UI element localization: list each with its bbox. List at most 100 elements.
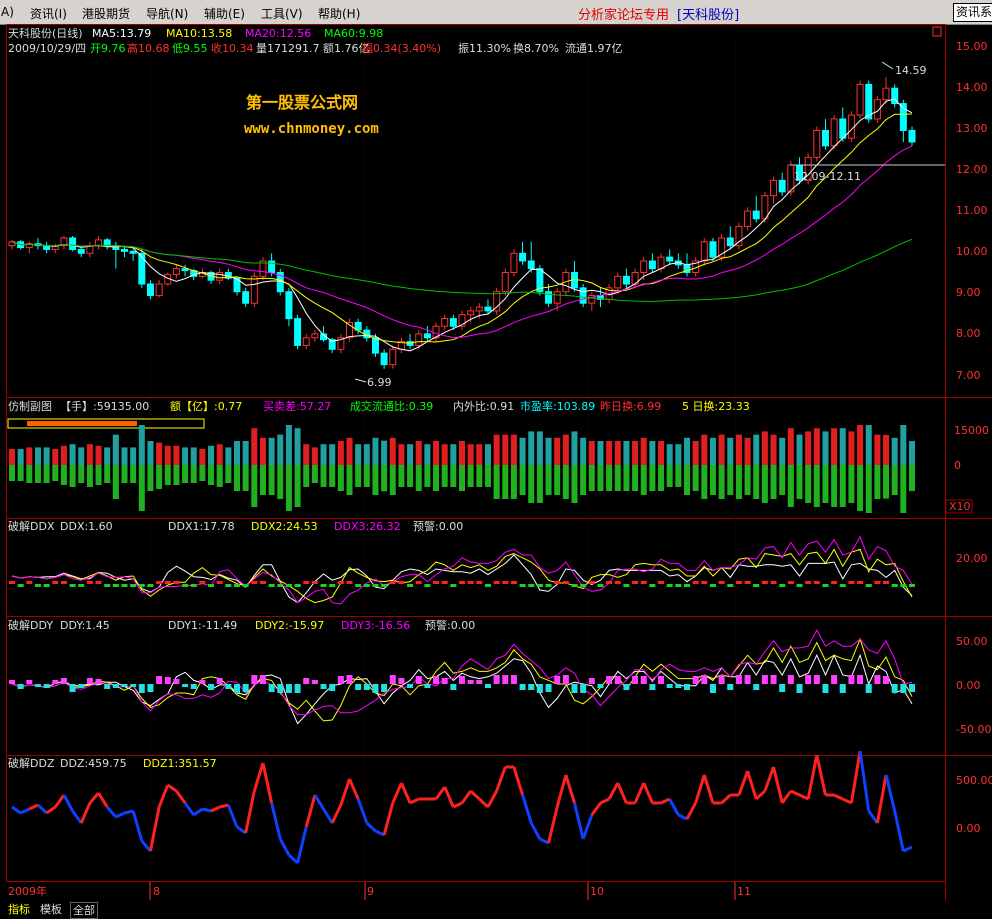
candle-body — [294, 318, 302, 346]
outflow-bar — [398, 465, 405, 487]
ddx-bar — [857, 581, 864, 584]
ddz-segment — [833, 793, 844, 801]
ddz-segment — [867, 810, 879, 824]
volume-bar — [190, 447, 197, 465]
candle-body — [527, 260, 535, 270]
volume-bar — [60, 445, 67, 465]
outflow-bar — [588, 465, 595, 491]
ddz-segment — [780, 790, 793, 804]
ma10-line — [11, 113, 913, 344]
volume-bar — [398, 444, 405, 465]
outflow-bar — [104, 465, 111, 483]
volume-bar — [787, 428, 794, 465]
volume-bar — [623, 441, 630, 465]
svg-text:预警:0.00: 预警:0.00 — [425, 618, 475, 632]
outflow-bar — [666, 465, 673, 487]
menu-item-assist[interactable]: 辅助(E) — [204, 5, 245, 22]
volume-bar — [502, 434, 509, 465]
candle-body — [847, 114, 855, 139]
volume-bar — [640, 437, 647, 465]
ddz-segment — [573, 802, 585, 840]
svg-text:预警:0.00: 预警:0.00 — [413, 519, 463, 533]
ddy-y-axis: 50.00 0.00 -50.00 — [956, 635, 991, 736]
volume-bar — [346, 437, 353, 465]
tab-indicator[interactable]: 指标 — [6, 902, 32, 917]
ddx-bar — [69, 584, 76, 587]
ddy-bar — [692, 676, 699, 684]
time-axis-bg — [0, 882, 945, 900]
ddx-bar — [770, 581, 777, 584]
scale-label: X10 — [949, 500, 971, 513]
candle-body — [648, 260, 656, 270]
candle-body — [726, 237, 734, 247]
volume-bar — [709, 437, 716, 465]
outflow-bar — [865, 465, 872, 513]
tab-template[interactable]: 模板 — [38, 902, 64, 917]
ddy-bar — [580, 684, 587, 693]
outflow-bar — [554, 465, 561, 495]
ddx-bar — [208, 584, 215, 587]
ddx-bar — [528, 584, 535, 587]
svg-text:2009年: 2009年 — [8, 884, 47, 898]
svg-text:50.00: 50.00 — [956, 635, 988, 648]
outflow-bar — [718, 465, 725, 499]
ddz-segment — [469, 789, 481, 801]
candle-body — [821, 129, 829, 147]
menu-item-tools[interactable]: 工具(V) — [261, 5, 303, 22]
ddy-bar — [208, 684, 215, 690]
ddx-bar — [909, 584, 915, 587]
volume-bar — [822, 431, 829, 465]
outflow-bar — [147, 465, 154, 491]
candle-body — [908, 129, 916, 143]
ddz-segment — [590, 802, 602, 816]
ddz-segment — [849, 750, 862, 804]
svg-text:12.00: 12.00 — [956, 163, 988, 176]
ddx-bar — [701, 581, 708, 584]
outflow-bar — [545, 465, 552, 495]
ddx-bar — [666, 584, 673, 587]
volume-bar — [372, 437, 379, 465]
svg-text:额【亿】:0.77: 额【亿】:0.77 — [170, 400, 242, 413]
tab-all[interactable]: 全部 — [70, 902, 98, 919]
volume-bar — [433, 441, 440, 465]
svg-text:0.00: 0.00 — [956, 822, 981, 835]
stock-chart[interactable]: 天科股份(日线) MA5:13.79 MA10:13.58 MA20:12.56… — [0, 24, 992, 900]
menu-item-hk-futures[interactable]: 港股期货 — [82, 5, 130, 22]
outflow-bar — [831, 465, 838, 507]
menu-item-info[interactable]: 资讯(I) — [30, 5, 67, 22]
ddz-segment — [495, 766, 507, 792]
ddy-bar — [415, 676, 422, 684]
panel-close-icon[interactable] — [932, 26, 942, 37]
volume-bar — [510, 434, 517, 465]
volume-bar — [277, 434, 284, 465]
ddx-bar — [225, 584, 232, 587]
ddy-bar — [104, 684, 111, 689]
ddy-bar — [909, 684, 915, 692]
ddy-bar — [86, 678, 93, 684]
ddx-bar — [294, 584, 301, 587]
ddy-bar — [787, 675, 794, 684]
ddz-segment — [382, 802, 395, 836]
ddz-segment — [330, 804, 343, 824]
ddx-bar — [623, 584, 630, 587]
volume-bar — [441, 444, 448, 465]
ddy-bar — [459, 676, 465, 684]
ddy-bar — [363, 684, 370, 690]
info-system-button[interactable]: 资讯系 — [953, 3, 992, 22]
outflow-bar — [9, 465, 15, 481]
quote-date: 2009/10/29/四 — [8, 42, 86, 55]
ddz-segment — [434, 786, 446, 800]
ddz-segment — [642, 782, 654, 804]
ddx-bar — [259, 581, 266, 584]
ddx-bar — [597, 584, 604, 587]
outflow-bar — [536, 465, 543, 503]
menu-item-help[interactable]: 帮助(H) — [318, 5, 360, 22]
ddy-bar — [277, 684, 284, 693]
ddx-bar — [381, 584, 388, 587]
ddy-bar — [718, 675, 725, 684]
volume-bar — [796, 434, 803, 465]
ddx-bar — [337, 581, 344, 584]
menu-item-nav[interactable]: 导航(N) — [146, 5, 188, 22]
svg-text:9: 9 — [367, 885, 374, 898]
ddy-bar — [554, 676, 561, 684]
